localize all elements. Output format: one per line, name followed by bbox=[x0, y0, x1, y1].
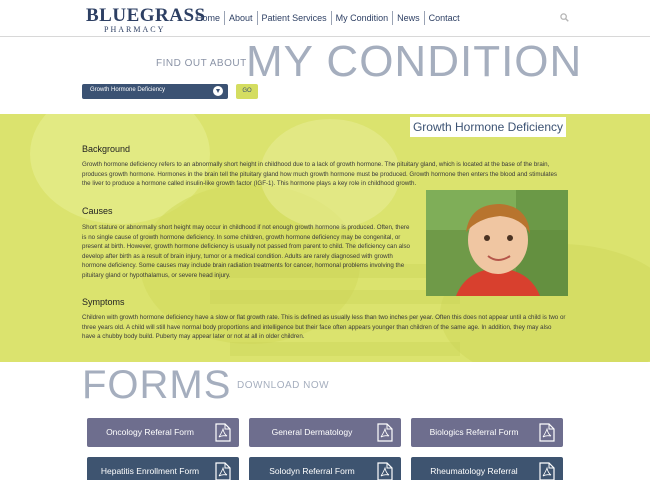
nav-contact[interactable]: Contact bbox=[423, 11, 464, 25]
form-button-label: General Dermatology bbox=[271, 427, 353, 437]
condition-select[interactable]: Growth Hormone Deficiency bbox=[82, 84, 228, 99]
symptoms-heading: Symptoms bbox=[82, 297, 125, 307]
form-button-label: Biologics Referral Form bbox=[429, 427, 519, 437]
nav-patient-services[interactable]: Patient Services bbox=[256, 11, 331, 25]
rheumatology-referral-form-button[interactable]: Rheumatology Referral bbox=[411, 457, 563, 480]
logo-main-text: BLUEGRASS bbox=[86, 5, 206, 26]
form-button-label: Hepatitis Enrollment Form bbox=[100, 466, 200, 476]
download-now-label: DOWNLOAD NOW bbox=[237, 380, 330, 391]
nav-home[interactable]: Home bbox=[192, 11, 224, 25]
form-button-label: Oncology Referal Form bbox=[106, 427, 194, 437]
symptoms-text: Children with growth hormone deficiency … bbox=[82, 314, 566, 341]
pdf-icon bbox=[377, 423, 393, 442]
main-nav: Home About Patient Services My Condition… bbox=[192, 11, 464, 25]
causes-text: Short stature or abnormally short height… bbox=[82, 224, 410, 279]
child-photo bbox=[426, 190, 568, 296]
general-dermatology-form-button[interactable]: General Dermatology bbox=[249, 418, 401, 447]
background-text: Growth hormone deficiency refers to an a… bbox=[82, 161, 557, 188]
logo-sub-text: PHARMACY bbox=[104, 25, 166, 34]
go-button[interactable]: GO bbox=[236, 84, 258, 99]
pdf-icon bbox=[215, 462, 231, 480]
form-button-label: Solodyn Referral Form bbox=[269, 466, 355, 476]
solodyn-referral-form-button[interactable]: Solodyn Referral Form bbox=[249, 457, 401, 480]
site-header: BLUEGRASS PHARMACY Home About Patient Se… bbox=[0, 0, 650, 36]
form-button-label: Rheumatology Referral bbox=[430, 466, 518, 476]
pdf-icon bbox=[539, 462, 555, 480]
background-heading: Background bbox=[82, 144, 131, 154]
search-icon[interactable] bbox=[560, 13, 569, 22]
bluegrass-pharmacy-logo[interactable]: BLUEGRASS PHARMACY bbox=[86, 6, 205, 35]
nav-about[interactable]: About bbox=[224, 11, 257, 25]
oncology-referral-form-button[interactable]: Oncology Referal Form bbox=[87, 418, 239, 447]
causes-heading: Causes bbox=[82, 206, 113, 216]
pdf-icon bbox=[539, 423, 555, 442]
condition-title-tab: Growth Hormone Deficiency bbox=[410, 117, 566, 137]
condition-select-value: Growth Hormone Deficiency bbox=[90, 87, 166, 93]
find-out-about-label: FIND OUT ABOUT bbox=[156, 58, 247, 69]
pdf-icon bbox=[377, 462, 393, 480]
biologics-referral-form-button[interactable]: Biologics Referral Form bbox=[411, 418, 563, 447]
forms-title: FORMS bbox=[82, 363, 232, 407]
hepatitis-enrollment-form-button[interactable]: Hepatitis Enrollment Form bbox=[87, 457, 239, 480]
chevron-down-icon bbox=[213, 86, 223, 96]
nav-news[interactable]: News bbox=[392, 11, 424, 25]
pdf-icon bbox=[215, 423, 231, 442]
page-title: MY CONDITION bbox=[246, 37, 583, 86]
nav-my-condition[interactable]: My Condition bbox=[330, 11, 393, 25]
